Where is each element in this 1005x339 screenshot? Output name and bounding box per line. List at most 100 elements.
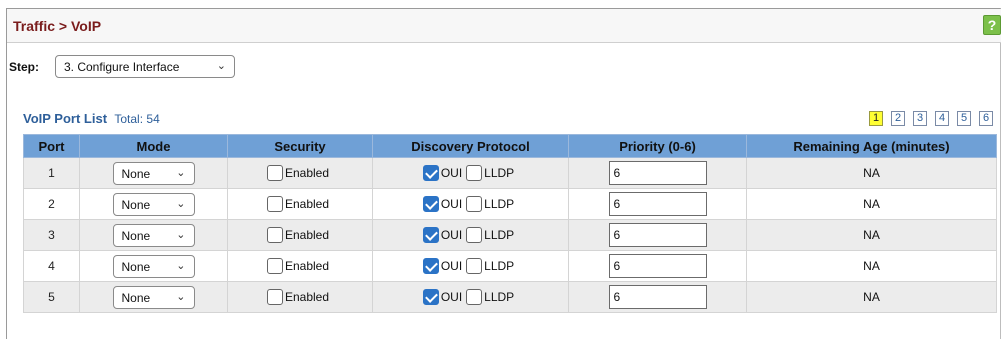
- mode-cell: None ⌄: [79, 281, 228, 313]
- priority-cell: 6: [568, 157, 747, 189]
- table-row: 3 None ⌄ Enabled OUI LLDP 6 NA: [23, 219, 997, 251]
- priority-cell: 6: [568, 188, 747, 220]
- security-enabled-label: Enabled: [284, 290, 330, 304]
- oui-checkbox[interactable]: [422, 289, 439, 305]
- page-link-2[interactable]: 2: [891, 111, 905, 126]
- security-enabled-checkbox[interactable]: [266, 289, 283, 305]
- oui-label: OUI: [440, 259, 463, 273]
- help-icon[interactable]: ?: [983, 15, 1001, 35]
- page-link-5[interactable]: 5: [957, 111, 971, 126]
- list-title: VoIP Port List: [23, 111, 108, 126]
- step-label: Step:: [9, 60, 39, 74]
- chevron-down-icon: ⌄: [216, 60, 226, 72]
- security-enabled-checkbox[interactable]: [266, 258, 283, 274]
- column-header-priority: Priority (0-6): [568, 134, 747, 158]
- security-cell: Enabled: [227, 188, 373, 220]
- step-select[interactable]: 3. Configure Interface ⌄: [55, 55, 235, 78]
- mode-cell: None ⌄: [79, 157, 228, 189]
- remaining-age-value: NA: [863, 197, 880, 211]
- oui-label: OUI: [440, 166, 463, 180]
- security-cell: Enabled: [227, 219, 373, 251]
- oui-label: OUI: [440, 290, 463, 304]
- priority-input[interactable]: 6: [608, 254, 707, 278]
- security-cell: Enabled: [227, 157, 373, 189]
- table-row: 5 None ⌄ Enabled OUI LLDP 6 NA: [23, 281, 997, 313]
- table-row: 2 None ⌄ Enabled OUI LLDP 6 NA: [23, 188, 997, 220]
- page-link-1[interactable]: 1: [869, 111, 883, 126]
- column-header-remaining-age: Remaining Age (minutes): [746, 134, 997, 158]
- port-cell: 3: [23, 219, 80, 251]
- priority-input[interactable]: 6: [608, 285, 707, 309]
- mode-cell: None ⌄: [79, 219, 228, 251]
- remaining-age-cell: NA: [746, 157, 997, 189]
- discovery-protocol-cell: OUI LLDP: [372, 188, 569, 220]
- discovery-protocol-cell: OUI LLDP: [372, 281, 569, 313]
- port-cell: 2: [23, 188, 80, 220]
- priority-input[interactable]: 6: [608, 192, 707, 216]
- list-total: Total: 54: [114, 112, 160, 126]
- chevron-down-icon: ⌄: [176, 197, 186, 210]
- oui-label: OUI: [440, 228, 463, 242]
- lldp-label: LLDP: [484, 166, 515, 180]
- voip-port-table: Port Mode Security Discovery Protocol Pr…: [23, 134, 997, 313]
- lldp-checkbox[interactable]: [466, 196, 483, 212]
- mode-select[interactable]: None ⌄: [112, 254, 195, 278]
- mode-select-value: None: [121, 197, 151, 212]
- mode-select[interactable]: None ⌄: [112, 161, 195, 185]
- mode-select[interactable]: None ⌄: [112, 285, 195, 309]
- remaining-age-cell: NA: [746, 281, 997, 313]
- oui-checkbox[interactable]: [422, 165, 439, 181]
- page-link-6[interactable]: 6: [979, 111, 993, 126]
- chevron-down-icon: ⌄: [176, 228, 186, 241]
- title-bar: Traffic > VoIP ?: [7, 9, 1001, 43]
- mode-select[interactable]: None ⌄: [112, 223, 195, 247]
- oui-checkbox[interactable]: [422, 196, 439, 212]
- security-enabled-checkbox[interactable]: [266, 165, 283, 181]
- lldp-label: LLDP: [484, 197, 515, 211]
- mode-select-value: None: [121, 259, 151, 274]
- lldp-label: LLDP: [484, 259, 515, 273]
- priority-input[interactable]: 6: [608, 161, 707, 185]
- oui-checkbox[interactable]: [422, 227, 439, 243]
- lldp-checkbox[interactable]: [466, 227, 483, 243]
- page-link-4[interactable]: 4: [935, 111, 949, 126]
- remaining-age-value: NA: [863, 166, 880, 180]
- priority-cell: 6: [568, 219, 747, 251]
- table-row: 1 None ⌄ Enabled OUI LLDP 6 NA: [23, 157, 997, 189]
- discovery-protocol-cell: OUI LLDP: [372, 219, 569, 251]
- mode-select[interactable]: None ⌄: [112, 192, 195, 216]
- priority-input[interactable]: 6: [608, 223, 707, 247]
- column-header-mode: Mode: [79, 134, 228, 158]
- mode-select-value: None: [121, 166, 151, 181]
- security-enabled-checkbox[interactable]: [266, 196, 283, 212]
- list-header: VoIP Port List Total: 54: [23, 111, 160, 126]
- remaining-age-value: NA: [863, 290, 880, 304]
- column-header-port: Port: [23, 134, 80, 158]
- priority-cell: 6: [568, 281, 747, 313]
- table-header-row: Port Mode Security Discovery Protocol Pr…: [23, 134, 997, 158]
- mode-cell: None ⌄: [79, 250, 228, 282]
- oui-label: OUI: [440, 197, 463, 211]
- lldp-checkbox[interactable]: [466, 258, 483, 274]
- lldp-checkbox[interactable]: [466, 289, 483, 305]
- chevron-down-icon: ⌄: [176, 166, 186, 179]
- oui-checkbox[interactable]: [422, 258, 439, 274]
- column-header-security: Security: [227, 134, 373, 158]
- lldp-checkbox[interactable]: [466, 165, 483, 181]
- mode-cell: None ⌄: [79, 188, 228, 220]
- remaining-age-cell: NA: [746, 219, 997, 251]
- remaining-age-value: NA: [863, 228, 880, 242]
- security-enabled-label: Enabled: [284, 259, 330, 273]
- security-enabled-label: Enabled: [284, 197, 330, 211]
- remaining-age-value: NA: [863, 259, 880, 273]
- security-enabled-checkbox[interactable]: [266, 227, 283, 243]
- column-header-discovery-protocol: Discovery Protocol: [372, 134, 569, 158]
- step-select-value: 3. Configure Interface: [64, 60, 180, 74]
- mode-select-value: None: [121, 228, 151, 243]
- page-link-3[interactable]: 3: [913, 111, 927, 126]
- security-enabled-label: Enabled: [284, 166, 330, 180]
- security-cell: Enabled: [227, 281, 373, 313]
- pagination: 123456: [861, 110, 993, 126]
- port-cell: 1: [23, 157, 80, 189]
- port-cell: 4: [23, 250, 80, 282]
